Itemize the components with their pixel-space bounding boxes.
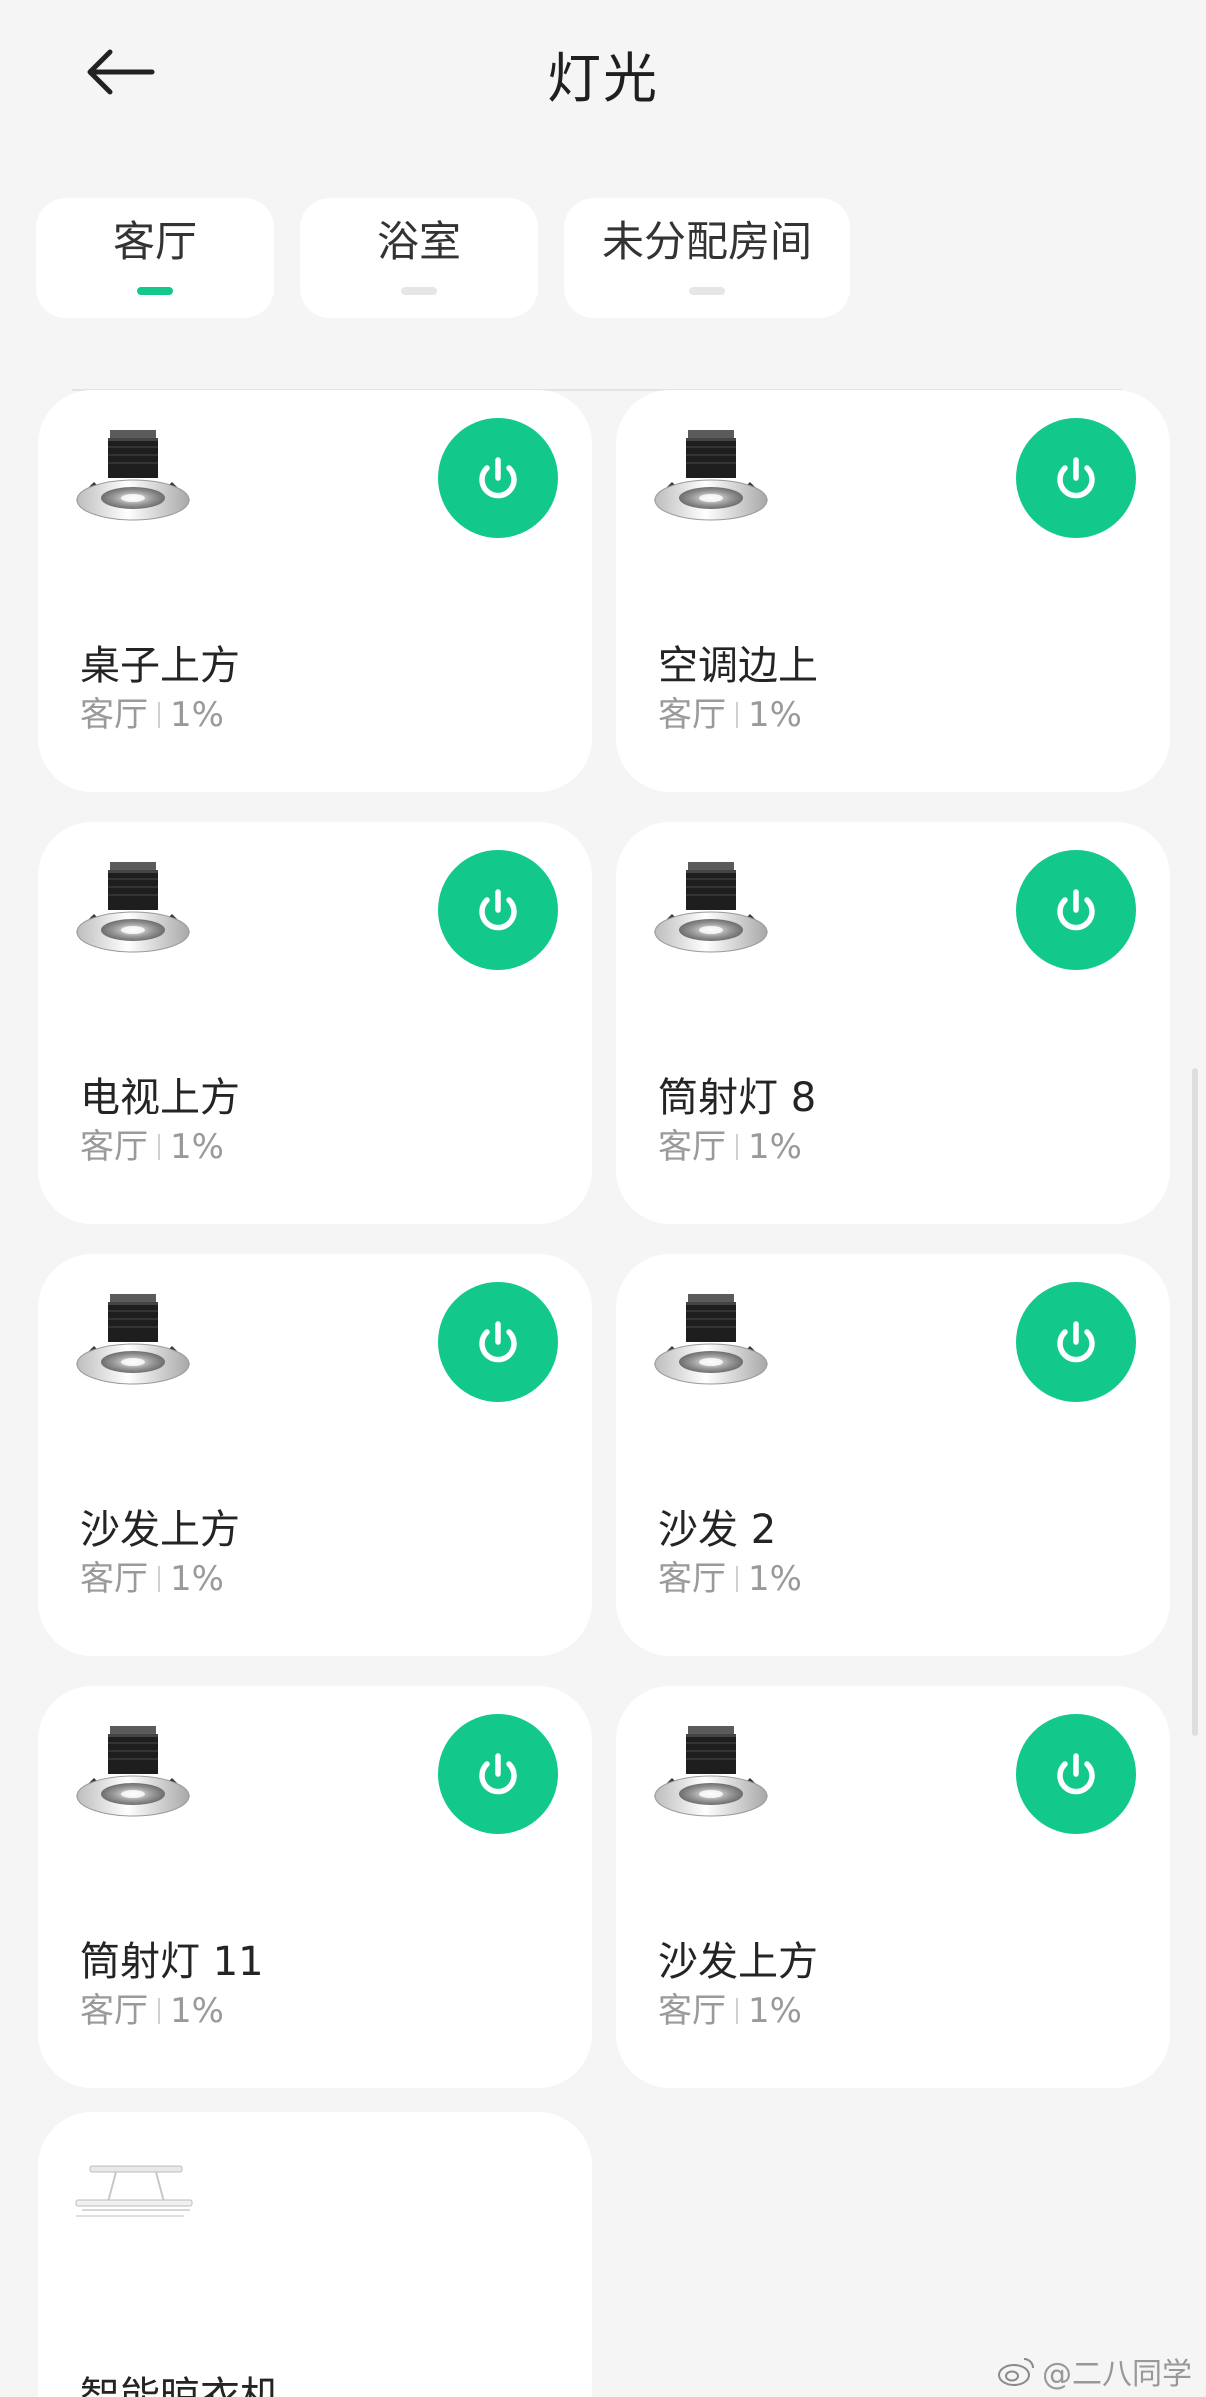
downlight-icon: [650, 858, 772, 958]
device-card[interactable]: 桌子上方 客厅 1%: [38, 390, 592, 792]
downlight-icon: [650, 426, 772, 526]
device-room: 客厅: [658, 695, 726, 735]
meta-separator: [736, 1566, 738, 1592]
device-name: 电视上方: [80, 1075, 240, 1121]
device-card[interactable]: 沙发上方 客厅 1%: [38, 1254, 592, 1656]
downlight-icon: [72, 858, 194, 958]
device-name: 沙发上方: [80, 1507, 240, 1553]
device-card[interactable]: 筒射灯 8 客厅 1%: [616, 822, 1170, 1224]
device-card[interactable]: 沙发 2 客厅 1%: [616, 1254, 1170, 1656]
power-toggle-button[interactable]: [1016, 850, 1136, 970]
power-toggle-button[interactable]: [438, 1714, 558, 1834]
device-meta: 客厅 1%: [80, 698, 224, 732]
device-room: 客厅: [658, 1127, 726, 1167]
tab-label: 浴室: [376, 217, 461, 266]
device-meta: 客厅 1%: [658, 698, 802, 732]
device-name: 沙发上方: [658, 1939, 818, 1985]
device-name: 智能晾衣机: [80, 2374, 280, 2397]
meta-separator: [158, 1566, 160, 1592]
device-room: 客厅: [80, 1127, 148, 1167]
power-icon: [1046, 1744, 1106, 1804]
device-meta: 客厅 1%: [80, 1562, 224, 1596]
device-name: 沙发 2: [658, 1507, 777, 1553]
power-toggle-button[interactable]: [1016, 1282, 1136, 1402]
device-meta: 客厅 1%: [658, 1562, 802, 1596]
device-brightness: 1%: [170, 1559, 224, 1599]
meta-separator: [158, 702, 160, 728]
device-meta: 客厅 1%: [80, 1130, 224, 1164]
device-brightness: 1%: [748, 1559, 802, 1599]
meta-separator: [736, 1134, 738, 1160]
meta-separator: [736, 702, 738, 728]
power-icon: [468, 1312, 528, 1372]
device-brightness: 1%: [748, 1127, 802, 1167]
device-card[interactable]: 沙发上方 客厅 1%: [616, 1686, 1170, 2088]
power-toggle-button[interactable]: [438, 418, 558, 538]
device-card[interactable]: 筒射灯 11 客厅 1%: [38, 1686, 592, 2088]
device-meta: 客厅 1%: [658, 1994, 802, 2028]
power-toggle-button[interactable]: [1016, 1714, 1136, 1834]
device-brightness: 1%: [170, 1127, 224, 1167]
downlight-icon: [72, 1290, 194, 1390]
scrollbar[interactable]: [1192, 1068, 1198, 1736]
page-title: 灯光: [547, 47, 659, 110]
top-bar: 灯光: [0, 0, 1206, 150]
downlight-icon: [650, 1722, 772, 1822]
device-card[interactable]: 电视上方 客厅 1%: [38, 822, 592, 1224]
power-icon: [468, 448, 528, 508]
device-brightness: 1%: [170, 1991, 224, 2031]
tab-indicator: [401, 287, 437, 295]
device-room: 客厅: [658, 1991, 726, 2031]
weibo-icon: [998, 2358, 1034, 2386]
tab-indicator: [689, 287, 725, 295]
power-icon: [468, 880, 528, 940]
device-room: 客厅: [80, 1991, 148, 2031]
downlight-icon: [72, 1722, 194, 1822]
clothes-dryer-icon: [75, 2165, 193, 2217]
power-icon: [468, 1744, 528, 1804]
device-brightness: 1%: [748, 695, 802, 735]
device-card[interactable]: 智能晾衣机: [38, 2112, 592, 2397]
meta-separator: [736, 1998, 738, 2024]
device-name: 筒射灯 8: [658, 1075, 817, 1121]
device-brightness: 1%: [170, 695, 224, 735]
room-tabs: 客厅 浴室 未分配房间: [36, 198, 851, 318]
downlight-icon: [72, 426, 194, 526]
device-room: 客厅: [80, 1559, 148, 1599]
meta-separator: [158, 1998, 160, 2024]
device-meta: 客厅 1%: [658, 1130, 802, 1164]
tab-bathroom[interactable]: 浴室: [300, 198, 538, 318]
device-room: 客厅: [658, 1559, 726, 1599]
watermark: @二八同学: [996, 2349, 1192, 2393]
tab-label: 客厅: [112, 217, 197, 266]
watermark-text: @二八同学: [1042, 2357, 1192, 2392]
power-icon: [1046, 448, 1106, 508]
device-brightness: 1%: [748, 1991, 802, 2031]
tab-unassigned[interactable]: 未分配房间: [564, 198, 851, 318]
tab-label: 未分配房间: [602, 217, 813, 266]
power-icon: [1046, 1312, 1106, 1372]
device-name: 筒射灯 11: [80, 1939, 264, 1985]
device-room: 客厅: [80, 695, 148, 735]
meta-separator: [158, 1134, 160, 1160]
device-meta: 客厅 1%: [80, 1994, 224, 2028]
device-name: 空调边上: [658, 643, 818, 689]
power-toggle-button[interactable]: [438, 1282, 558, 1402]
device-card[interactable]: 空调边上 客厅 1%: [616, 390, 1170, 792]
tab-living-room[interactable]: 客厅: [36, 198, 274, 318]
device-name: 桌子上方: [80, 643, 240, 689]
power-toggle-button[interactable]: [438, 850, 558, 970]
power-icon: [1046, 880, 1106, 940]
power-toggle-button[interactable]: [1016, 418, 1136, 538]
tab-active-indicator: [137, 287, 173, 295]
downlight-icon: [650, 1290, 772, 1390]
